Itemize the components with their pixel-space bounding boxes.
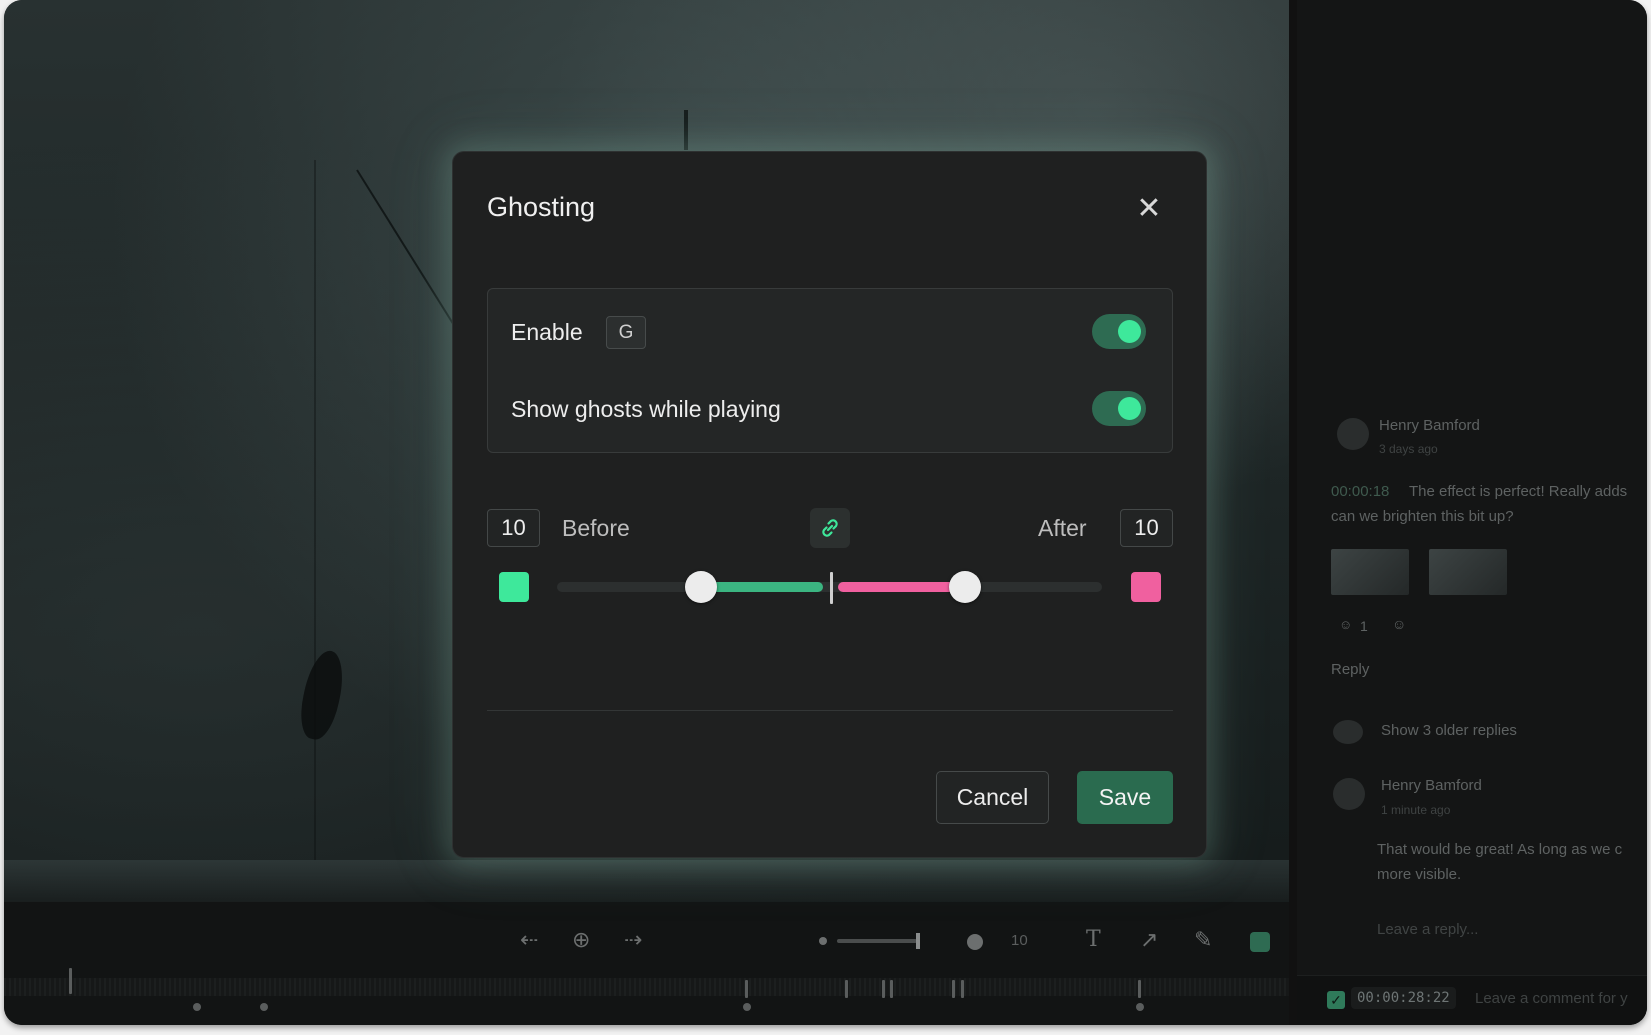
reaction-emoji-icon[interactable]: ☺ — [1339, 617, 1352, 632]
timeline-marker — [882, 980, 885, 998]
comment-dot[interactable] — [1136, 1003, 1144, 1011]
show-older-replies-link[interactable]: Show 3 older replies — [1381, 722, 1517, 739]
ghost-range-slider[interactable] — [557, 571, 1102, 604]
timeline-marker — [890, 980, 893, 998]
after-color-swatch[interactable] — [1131, 572, 1161, 602]
add-marker-icon[interactable]: ⊕ — [572, 929, 590, 951]
comment-composer: ✓ 00:00:28:22 Leave a comment for y — [1297, 975, 1647, 1025]
comment-dot[interactable] — [193, 1003, 201, 1011]
timeline-marker — [952, 980, 955, 998]
brush-size-slider[interactable] — [837, 939, 917, 943]
before-color-swatch[interactable] — [499, 572, 529, 602]
next-keyframe-icon[interactable]: ⇢ — [624, 929, 642, 951]
shortcut-key-badge: G — [606, 316, 646, 349]
timeline-track[interactable] — [4, 978, 1289, 996]
scene-line — [314, 160, 316, 860]
app-frame: ⇠ ⊕ ⇢ 10 T ↗ ✎ Henry Bamford 3 days ago … — [4, 0, 1647, 1025]
comment-text-line1: The effect is perfect! Really adds — [1409, 483, 1628, 500]
comment-timecode[interactable]: 00:00:18 — [1331, 483, 1389, 500]
comment-dot[interactable] — [743, 1003, 751, 1011]
after-slider-handle[interactable] — [949, 571, 981, 603]
reply-time: 1 minute ago — [1381, 803, 1451, 817]
pen-tool-icon[interactable]: ✎ — [1194, 929, 1212, 951]
timecode-checkbox[interactable]: ✓ — [1327, 991, 1345, 1009]
comment-dot[interactable] — [260, 1003, 268, 1011]
current-frame-marker — [830, 572, 833, 604]
reply-text-line2: more visible. — [1377, 866, 1462, 883]
comment-input[interactable]: Leave a comment for y — [1475, 990, 1628, 1007]
leave-reply-input[interactable]: Leave a reply... — [1377, 921, 1478, 938]
enable-label: Enable — [511, 319, 583, 345]
before-frames-input[interactable]: 10 — [487, 509, 540, 547]
after-range-fill — [838, 582, 963, 592]
show-ghosts-label: Show ghosts while playing — [511, 396, 781, 422]
save-button[interactable]: Save — [1077, 771, 1173, 824]
after-label: After — [1038, 515, 1087, 541]
small-brush-icon — [819, 937, 827, 945]
brush-size-value: 10 — [1011, 932, 1028, 949]
timeline-marker — [745, 980, 748, 998]
arrow-tool-icon[interactable]: ↗ — [1140, 929, 1158, 951]
avatar — [1337, 418, 1369, 450]
before-label: Before — [562, 515, 630, 541]
reply-text-line1: That would be great! As long as we c — [1377, 841, 1623, 858]
cancel-button[interactable]: Cancel — [936, 771, 1049, 824]
text-tool-icon[interactable]: T — [1086, 929, 1101, 951]
dialog-divider — [487, 710, 1173, 711]
color-picker-swatch[interactable] — [1250, 932, 1270, 952]
large-brush-icon — [967, 934, 983, 950]
link-icon — [822, 519, 838, 537]
ghosting-dialog: Ghosting ✕ Enable G Show ghosts while pl… — [452, 151, 1207, 858]
dialog-title: Ghosting — [487, 192, 596, 222]
ghosting-settings-group: Enable G Show ghosts while playing — [487, 288, 1173, 453]
comments-panel: Henry Bamford 3 days ago 00:00:18 The ef… — [1297, 0, 1647, 1025]
avatar-stack — [1333, 720, 1363, 744]
timeline-marker — [845, 980, 848, 998]
link-values-button[interactable] — [810, 508, 850, 548]
attachment-thumbnail[interactable] — [1331, 549, 1409, 595]
reply-button[interactable]: Reply — [1331, 661, 1369, 678]
close-icon: ✕ — [1136, 192, 1162, 225]
mast-shape — [684, 110, 688, 150]
prev-keyframe-icon[interactable]: ⇠ — [520, 929, 538, 951]
brush-size-slider-handle[interactable] — [916, 933, 920, 949]
enable-toggle[interactable] — [1092, 314, 1146, 349]
timeline-marker — [1138, 980, 1141, 998]
comment-author: Henry Bamford — [1379, 417, 1480, 434]
show-ghosts-toggle[interactable] — [1092, 391, 1146, 426]
add-reaction-icon[interactable]: ☺ — [1392, 616, 1406, 632]
horizon — [4, 860, 1289, 902]
playhead-marker[interactable] — [69, 968, 72, 994]
fish-silhouette — [295, 647, 349, 743]
attachment-thumbnail[interactable] — [1429, 549, 1507, 595]
timeline-marker — [961, 980, 964, 998]
close-button[interactable]: ✕ — [1133, 194, 1165, 226]
after-frames-input[interactable]: 10 — [1120, 509, 1173, 547]
reaction-count: 1 — [1360, 618, 1368, 634]
reply-author: Henry Bamford — [1381, 777, 1482, 794]
avatar — [1333, 778, 1365, 810]
comment-time: 3 days ago — [1379, 442, 1438, 456]
composer-timecode: 00:00:28:22 — [1351, 987, 1456, 1009]
before-slider-handle[interactable] — [685, 571, 717, 603]
comment-text-line2: can we brighten this bit up? — [1331, 508, 1514, 525]
